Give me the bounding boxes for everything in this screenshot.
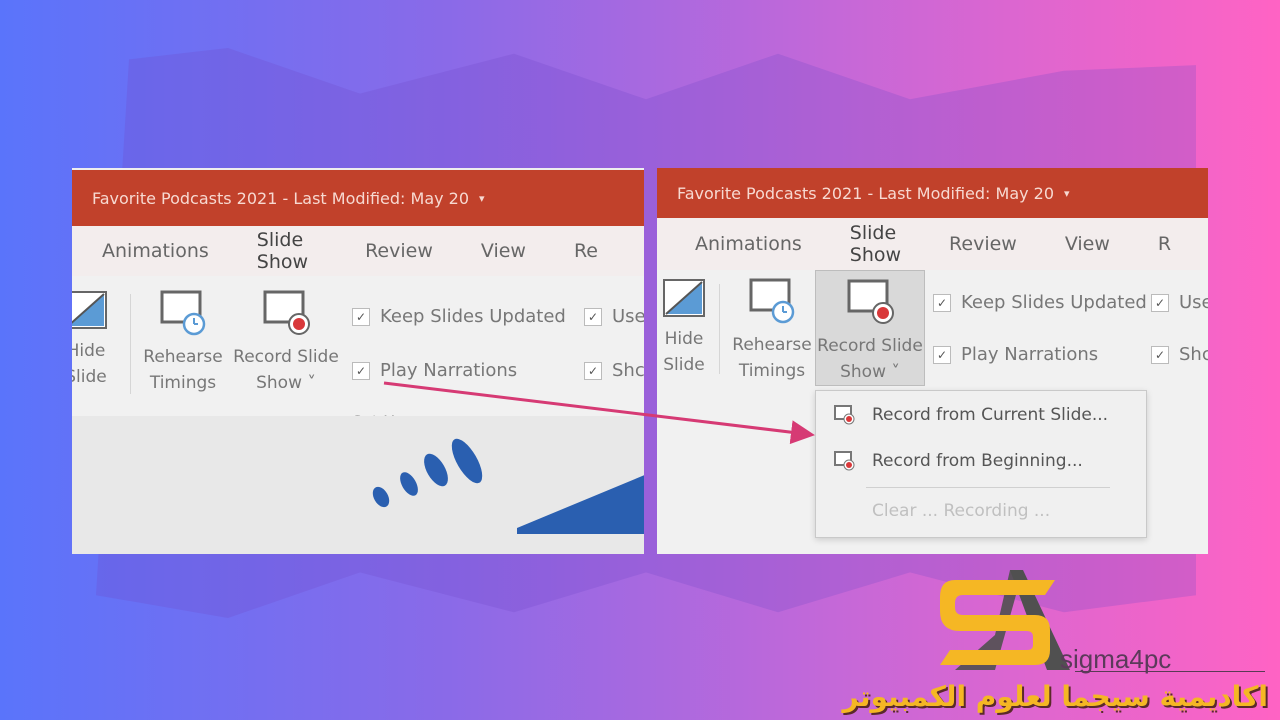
menu-item-record-from-beginning[interactable]: Record from Beginning...: [834, 451, 1083, 471]
play-narrations-checkbox[interactable]: ✓ Play Narrations: [352, 360, 517, 381]
rehearse-timings-button[interactable]: Rehearse Timings: [138, 290, 228, 396]
ribbon-tabs: Animations Slide Show Review View Re: [72, 226, 644, 283]
checkbox-check-icon: ✓: [933, 293, 951, 312]
slide-canvas: [72, 416, 644, 554]
keep-slides-updated-label: Keep Slides Updated: [961, 292, 1147, 313]
document-title[interactable]: Favorite Podcasts 2021 - Last Modified: …: [92, 189, 469, 208]
record-small-icon: [834, 405, 856, 425]
show-media-controls-label: Shc: [1179, 344, 1208, 365]
record-slide-show-button[interactable]: Record Slide Show ˅: [815, 270, 925, 386]
menu-item-label: Record from Current Slide...: [872, 405, 1109, 425]
tab-animations[interactable]: Animations: [100, 240, 211, 262]
rehearse-timings-label: Rehearse Timings: [732, 335, 812, 381]
brand-underline: [1075, 671, 1265, 672]
play-narrations-label: Play Narrations: [380, 360, 518, 381]
title-bar: Favorite Podcasts 2021 - Last Modified: …: [72, 170, 644, 226]
menu-separator: [866, 487, 1110, 488]
left-screenshot-panel: Favorite Podcasts 2021 - Last Modified: …: [72, 168, 644, 554]
record-icon: [847, 279, 894, 324]
blue-shape-decoration: [517, 474, 644, 534]
use-timings-checkbox[interactable]: ✓ Use: [1151, 292, 1208, 313]
tab-view[interactable]: View: [479, 240, 528, 262]
record-dropdown-menu: Record from Current Slide... Record from…: [815, 390, 1147, 538]
use-timings-label: Use: [1179, 292, 1208, 313]
menu-item-clear-recording[interactable]: Clear ... Recording ...: [872, 501, 1050, 521]
record-icon: [263, 290, 310, 335]
tab-view[interactable]: View: [1063, 233, 1112, 255]
record-slide-show-label: Record Slide Show ˅: [817, 336, 923, 382]
show-media-controls-checkbox[interactable]: ✓ Shc: [1151, 344, 1208, 365]
hide-slide-label: Hide Slide: [72, 341, 107, 387]
record-slide-show-label: Record Slide Show ˅: [233, 347, 339, 393]
show-media-controls-checkbox[interactable]: ✓ Shc: [584, 360, 644, 381]
title-bar: Favorite Podcasts 2021 - Last Modified: …: [657, 168, 1208, 218]
hide-slide-button[interactable]: Hide Slide: [659, 278, 709, 378]
checkbox-check-icon: ✓: [352, 361, 370, 380]
checkbox-check-icon: ✓: [1151, 293, 1169, 312]
record-slide-show-button[interactable]: Record Slide Show ˅: [228, 290, 344, 396]
right-screenshot-panel: Favorite Podcasts 2021 - Last Modified: …: [657, 168, 1208, 554]
paint-splat-decoration: [396, 469, 422, 499]
paint-splat-decoration: [445, 434, 489, 488]
document-title[interactable]: Favorite Podcasts 2021 - Last Modified: …: [677, 184, 1054, 203]
record-small-icon: [834, 451, 856, 471]
rehearse-timings-icon: [160, 290, 206, 336]
keep-slides-updated-checkbox[interactable]: ✓ Keep Slides Updated: [352, 306, 566, 327]
checkbox-check-icon: ✓: [584, 361, 602, 380]
checkbox-check-icon: ✓: [933, 345, 951, 364]
arabic-tagline: اكاديمية سيجما لعلوم الكمبيوتر: [842, 680, 1268, 713]
keep-slides-updated-label: Keep Slides Updated: [380, 306, 566, 327]
checkbox-check-icon: ✓: [584, 307, 602, 326]
use-timings-checkbox[interactable]: ✓ Use: [584, 306, 644, 327]
tab-review[interactable]: Review: [947, 233, 1019, 255]
tab-slide-show[interactable]: Slide Show: [847, 222, 904, 276]
ribbon-tabs: Animations Slide Show Review View R: [657, 218, 1208, 276]
tab-slide-show[interactable]: Slide Show: [254, 229, 320, 283]
menu-item-label: Record from Beginning...: [872, 451, 1083, 471]
title-dropdown-icon[interactable]: ▾: [1064, 187, 1070, 200]
keep-slides-updated-checkbox[interactable]: ✓ Keep Slides Updated: [933, 292, 1147, 313]
menu-item-record-from-current-slide[interactable]: Record from Current Slide...: [834, 405, 1108, 425]
rehearse-timings-button[interactable]: Rehearse Timings: [729, 278, 815, 384]
tab-animations[interactable]: Animations: [693, 233, 804, 255]
hide-slide-icon: [72, 291, 107, 329]
ribbon: Hide Slide Rehearse Timings Record Slide…: [72, 276, 644, 431]
paint-splat-decoration: [369, 483, 393, 511]
rehearse-timings-icon: [749, 278, 795, 324]
show-media-controls-label: Shc: [612, 360, 644, 381]
rehearse-timings-label: Rehearse Timings: [143, 347, 223, 393]
ribbon-divider: [130, 294, 131, 394]
use-timings-label: Use: [612, 306, 644, 327]
play-narrations-label: Play Narrations: [961, 344, 1099, 365]
checkbox-check-icon: ✓: [352, 307, 370, 326]
play-narrations-checkbox[interactable]: ✓ Play Narrations: [933, 344, 1098, 365]
hide-slide-button[interactable]: Hide Slide: [72, 290, 116, 390]
tab-record[interactable]: R: [1156, 233, 1173, 255]
menu-item-label: Clear ... Recording ...: [872, 501, 1051, 521]
paint-splat-decoration: [419, 449, 453, 491]
title-dropdown-icon[interactable]: ▾: [479, 192, 485, 205]
tab-review[interactable]: Review: [363, 240, 435, 262]
hide-slide-label: Hide Slide: [663, 329, 705, 375]
checkbox-check-icon: ✓: [1151, 345, 1169, 364]
hide-slide-icon: [663, 279, 705, 317]
tab-record[interactable]: Re: [572, 240, 600, 262]
ribbon-divider: [719, 284, 720, 374]
